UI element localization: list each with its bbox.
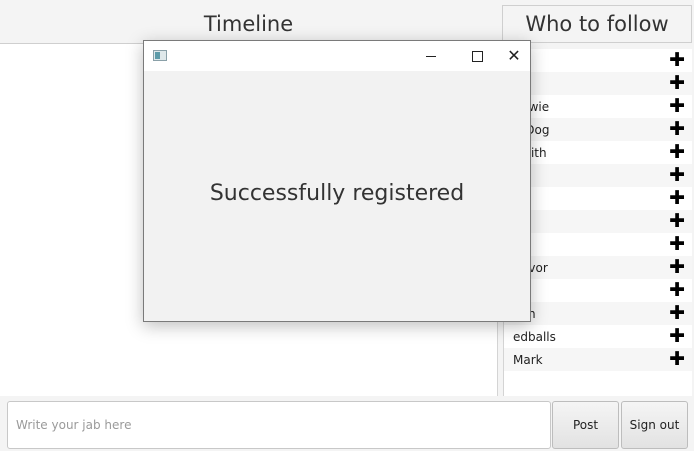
post-button[interactable]: Post [552,401,619,449]
follow-row: r✚ [504,233,692,256]
follow-row: rvivor✚ [504,256,692,279]
follow-row: nan✚ [504,302,692,325]
plus-icon[interactable]: ✚ [669,327,685,346]
follow-row: smith✚ [504,141,692,164]
follow-row: ✚ [504,279,692,302]
follow-row: edballs ✚ [504,325,692,348]
plus-icon[interactable]: ✚ [669,189,685,208]
follow-username: Mark [513,352,543,367]
follow-row: ✚ [504,164,692,187]
plus-icon[interactable]: ✚ [669,350,685,369]
follow-row: ✚ [504,187,692,210]
follow-row: Mark ✚ [504,348,692,371]
plus-icon[interactable]: ✚ [669,212,685,231]
follow-row: ✚ [504,72,692,95]
follow-row: Bowie ✚ [504,95,692,118]
sign-out-button[interactable]: Sign out [621,401,688,449]
follow-row: g✚ [504,210,692,233]
plus-icon[interactable]: ✚ [669,235,685,254]
registration-dialog: ✕ Successfully registered [143,40,531,322]
plus-icon[interactable]: ✚ [669,166,685,185]
maximize-button[interactable] [454,41,500,71]
who-to-follow-title: Who to follow [525,12,669,36]
follow-username: edballs [513,329,556,344]
who-to-follow-list: an✚ ✚ Bowie✚ rTDog✚ smith✚ ✚ ✚ g✚ r✚ rvi… [503,49,692,396]
timeline-header: Timeline [0,5,497,44]
jab-input[interactable] [7,401,551,449]
dialog-message: Successfully registered [209,181,465,206]
minimize-icon [426,55,436,57]
plus-icon[interactable]: ✚ [669,304,685,323]
plus-icon[interactable]: ✚ [669,120,685,139]
close-icon: ✕ [507,46,521,65]
close-button[interactable]: ✕ [498,41,530,71]
app-icon [153,50,167,61]
composer-bar: Post Sign out [0,397,694,451]
plus-icon[interactable]: ✚ [669,281,685,300]
plus-icon[interactable]: ✚ [669,51,685,70]
plus-icon[interactable]: ✚ [669,97,685,116]
timeline-title: Timeline [203,12,294,36]
follow-row: an✚ [504,49,692,72]
dialog-titlebar[interactable]: ✕ [144,41,530,71]
follow-row: rTDog ✚ [504,118,692,141]
minimize-button[interactable] [408,41,454,71]
who-to-follow-header: Who to follow [502,5,692,43]
plus-icon[interactable]: ✚ [669,74,685,93]
maximize-icon [471,50,483,62]
plus-icon[interactable]: ✚ [669,143,685,162]
plus-icon[interactable]: ✚ [669,258,685,277]
